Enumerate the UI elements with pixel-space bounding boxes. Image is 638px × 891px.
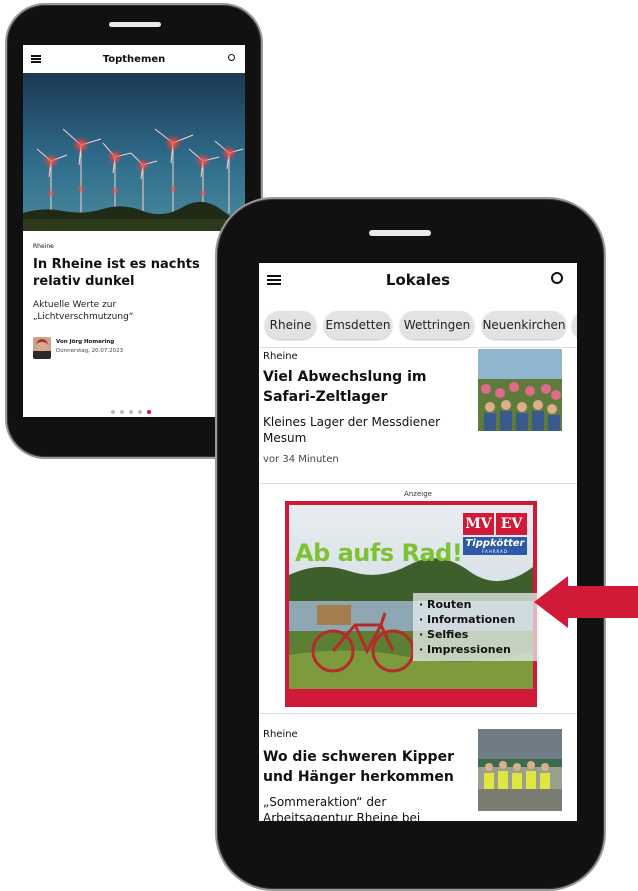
logo-brand-sub: FAHRRAD bbox=[482, 549, 508, 554]
article-time: vor 34 Minuten bbox=[263, 454, 339, 465]
pager-dot[interactable] bbox=[138, 410, 142, 414]
chip-wettringen[interactable]: Wettringen bbox=[400, 311, 474, 339]
page-title: Topthemen bbox=[102, 53, 166, 65]
ad-bullet: · Selfies bbox=[419, 628, 469, 641]
article-headline[interactable]: In Rheine ist es nachts relativ dunkel bbox=[33, 256, 233, 290]
pager-dot[interactable] bbox=[120, 410, 124, 414]
article-thumbnail[interactable] bbox=[478, 349, 562, 431]
ad-label: Anzeige bbox=[404, 490, 432, 498]
divider bbox=[259, 483, 577, 484]
article-teaser: Aktuelle Werte zur „Lichtverschmutzung“ bbox=[33, 300, 134, 322]
logo-mv: MV bbox=[463, 513, 494, 535]
chip-more[interactable] bbox=[572, 311, 577, 339]
article-category: Rheine bbox=[263, 729, 298, 740]
author-avatar bbox=[33, 337, 51, 359]
article-thumbnail[interactable] bbox=[478, 729, 562, 811]
chip-neuenkirchen[interactable]: Neuenkirchen bbox=[482, 311, 566, 339]
logo-brand: Tippkötter bbox=[465, 538, 525, 549]
hero-image[interactable] bbox=[23, 73, 245, 231]
search-icon[interactable] bbox=[551, 272, 563, 284]
pager-dot[interactable] bbox=[129, 410, 133, 414]
search-icon[interactable] bbox=[228, 54, 235, 61]
menu-icon[interactable] bbox=[31, 55, 41, 63]
pointer-arrow bbox=[564, 586, 638, 618]
logo-ev: EV bbox=[496, 513, 527, 535]
ad-banner[interactable]: Ab aufs Rad! MV EV Tippkötter FAHRRAD · … bbox=[285, 501, 539, 707]
chip-emsdetten[interactable]: Emsdetten bbox=[324, 311, 392, 339]
ad-bullet: · Informationen bbox=[419, 613, 516, 626]
article-teaser: Kleines Lager der Messdiener Mesum bbox=[263, 415, 441, 445]
ad-bullet: · Impressionen bbox=[419, 643, 511, 656]
phone-2: Lokales Rheine Emsdetten Wettringen Neue… bbox=[215, 197, 606, 891]
article-date: Donnerstag, 20.07.2023 bbox=[56, 348, 124, 354]
ad-logo: MV EV Tippkötter FAHRRAD bbox=[463, 513, 527, 555]
phone-2-screen: Lokales Rheine Emsdetten Wettringen Neue… bbox=[259, 263, 577, 821]
article-category: Rheine bbox=[33, 243, 54, 250]
page-title: Lokales bbox=[385, 271, 451, 289]
article-category: Rheine bbox=[263, 351, 298, 362]
ad-bullets: · Routen · Informationen · Selfies · Imp… bbox=[413, 593, 539, 661]
app-header: Lokales bbox=[259, 263, 577, 297]
pager-dot-active[interactable] bbox=[147, 410, 151, 414]
chip-rheine[interactable]: Rheine bbox=[265, 311, 316, 339]
app-header: Topthemen bbox=[23, 45, 245, 73]
pager-dot[interactable] bbox=[111, 410, 115, 414]
phone-2-speaker bbox=[369, 230, 431, 236]
author-name[interactable]: Von Jörg Homering bbox=[56, 339, 114, 345]
pointer-arrow-head bbox=[534, 576, 568, 628]
article-headline[interactable]: Wo die schweren Kipper und Hänger herkom… bbox=[263, 747, 468, 787]
ad-bullet: · Routen bbox=[419, 598, 472, 611]
divider bbox=[259, 713, 577, 714]
carousel-pager[interactable] bbox=[111, 410, 151, 414]
menu-icon[interactable] bbox=[267, 275, 281, 285]
phone-1-speaker bbox=[109, 22, 161, 27]
ad-headline: Ab aufs Rad! bbox=[295, 539, 463, 567]
article-headline[interactable]: Viel Abwechslung im Safari-Zeltlager bbox=[263, 367, 473, 407]
divider bbox=[259, 347, 577, 348]
phone-1-screen: Topthemen Rheine In Rheine ist es nachts… bbox=[23, 45, 245, 417]
article-teaser: „Sommeraktion“ der Arbeitsagentur Rheine… bbox=[263, 795, 421, 821]
